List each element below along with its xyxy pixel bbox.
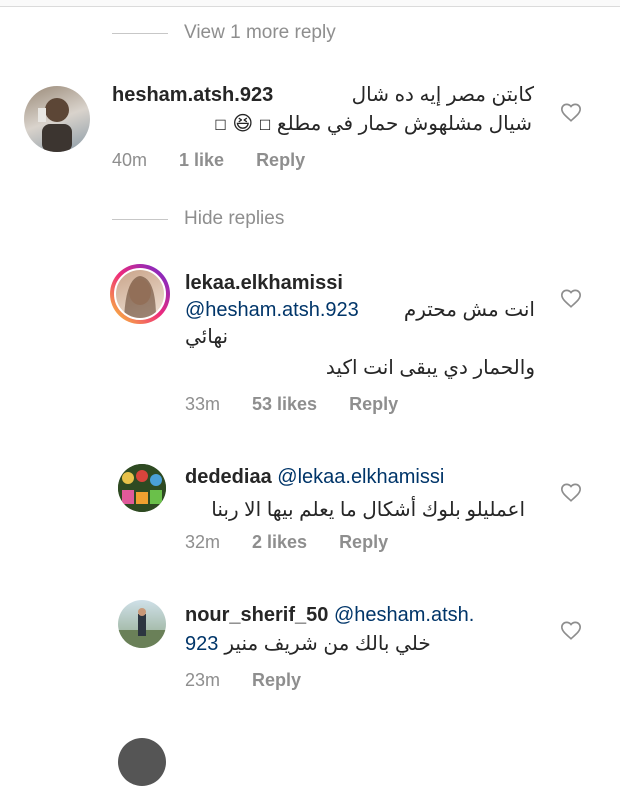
laughing-emoji: 😆 — [232, 113, 254, 135]
mention-link[interactable]: @lekaa.elkhamissi — [277, 466, 444, 488]
comment-line: اعمليلو بلوك أشكال ما يعلم بيها الا ربنا — [211, 499, 525, 521]
avatar[interactable] — [118, 600, 166, 648]
comment-line: انت مش محترم — [403, 299, 535, 321]
username[interactable]: lekaa.elkhamissi — [185, 270, 535, 297]
comment-text: hesham.atsh.923 كابتن مصر إيه ده شال شيا… — [112, 82, 534, 139]
avatar-next-comment[interactable] — [118, 738, 166, 786]
comment-line-2: شيال مشلهوش حمار في مطلع ☐ 😆 ☐ — [112, 111, 532, 139]
mention-link-cont[interactable]: 923 — [185, 631, 218, 658]
reply-button[interactable]: Reply — [252, 670, 301, 691]
top-divider — [0, 0, 620, 7]
comment-meta: 33m 53 likes Reply — [185, 394, 430, 415]
comment-text: dedediaa @lekaa.elkhamissi اعمليلو بلوك … — [185, 464, 525, 524]
comment-meta: 32m 2 likes Reply — [185, 532, 420, 553]
heart-icon[interactable] — [560, 482, 582, 504]
likes-count[interactable]: 2 likes — [252, 532, 307, 553]
avatar[interactable] — [114, 268, 166, 320]
username[interactable]: nour_sherif_50 — [185, 604, 328, 626]
avatar[interactable] — [24, 86, 90, 152]
heart-icon[interactable] — [560, 620, 582, 642]
reply-button[interactable]: Reply — [339, 532, 388, 553]
hide-replies-button[interactable]: Hide replies — [112, 208, 284, 230]
comment-line-3: والحمار دي يبقى انت اكيد — [325, 357, 535, 379]
avatar-photo — [118, 464, 166, 512]
reply-button[interactable]: Reply — [349, 394, 398, 415]
timestamp: 23m — [185, 670, 221, 690]
avatar[interactable] — [118, 464, 166, 512]
comment-line: خلي بالك من شريف منير — [224, 633, 431, 655]
comment-text: nour_sherif_50 @hesham.atsh. 923 خلي بال… — [185, 602, 525, 658]
username[interactable]: hesham.atsh.923 — [112, 82, 273, 109]
mention-link[interactable]: @hesham.atsh. — [334, 604, 474, 626]
comment-line-2: نهائي — [185, 326, 229, 348]
timestamp: 32m — [185, 532, 221, 552]
likes-count[interactable]: 1 like — [179, 150, 224, 171]
toggle-line — [112, 218, 168, 220]
likes-count[interactable]: 53 likes — [252, 394, 317, 415]
view-more-replies-button[interactable]: View 1 more reply — [112, 22, 336, 44]
comment-line: كابتن مصر إيه ده شال — [351, 84, 534, 106]
comment-line-2-text: شيال مشلهوش حمار في مطلع — [276, 113, 532, 135]
username[interactable]: dedediaa — [185, 466, 272, 488]
avatar-photo — [38, 98, 72, 152]
mention-link[interactable]: @hesham.atsh.923 — [185, 297, 359, 324]
reply-button[interactable]: Reply — [256, 150, 305, 171]
timestamp: 33m — [185, 394, 221, 414]
view-more-replies-label: View 1 more reply — [184, 22, 336, 43]
timestamp: 40m — [112, 150, 148, 170]
hide-replies-label: Hide replies — [184, 208, 285, 229]
heart-icon[interactable] — [560, 288, 582, 310]
toggle-line — [112, 32, 168, 34]
comment-meta: 40m 1 like Reply — [112, 150, 337, 171]
heart-icon[interactable] — [560, 102, 582, 124]
missing-glyph: ☐ — [258, 117, 272, 133]
avatar-photo — [124, 276, 156, 318]
comment-meta: 23m Reply — [185, 670, 333, 691]
missing-glyph-2: ☐ — [214, 117, 227, 133]
comment-text: lekaa.elkhamissi @hesham.atsh.923 انت مش… — [185, 270, 535, 382]
avatar-photo — [118, 608, 166, 648]
